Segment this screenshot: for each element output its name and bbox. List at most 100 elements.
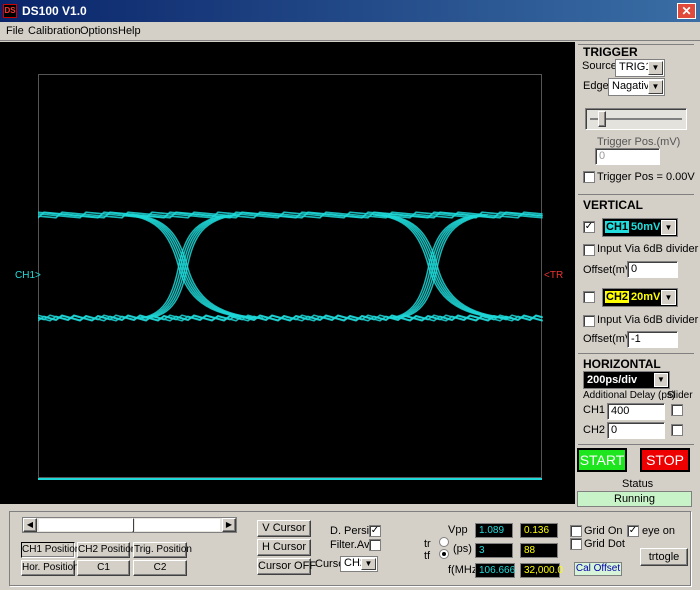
eye-diagram-trace	[38, 211, 543, 480]
filter-avg-checkbox[interactable]	[369, 539, 381, 551]
chevron-down-icon: ▼	[648, 80, 663, 94]
grid-dot-checkbox[interactable]	[570, 538, 582, 550]
edge-select[interactable]: Nagative ▼	[608, 78, 665, 96]
f-ch2-readout: 32,000.0	[520, 563, 563, 578]
ch1-scale-select[interactable]: CH1 50mV ▼	[602, 218, 678, 237]
eye-crossing-fall	[372, 214, 505, 319]
app-icon: DS	[3, 4, 17, 18]
cal-offset-button[interactable]: Cal Offset	[574, 562, 622, 576]
menu-options[interactable]: Options	[80, 25, 118, 37]
ch2-divider-checkbox[interactable]	[583, 315, 595, 327]
grid-on-label: Grid On	[584, 525, 623, 537]
t-ch1-readout: 3	[475, 543, 513, 558]
ch2-slider-checkbox[interactable]	[671, 424, 683, 436]
grid-on-checkbox[interactable]	[570, 525, 582, 537]
timebase-value: 200ps/div	[587, 374, 638, 386]
eye-on-checkbox[interactable]: ✓	[627, 525, 639, 537]
c1-button[interactable]: C1	[77, 560, 130, 576]
tf-radio[interactable]	[439, 549, 449, 559]
chevron-down-icon: ▼	[661, 290, 676, 305]
source-value: TRIG1	[619, 61, 652, 73]
eye-crossing-fall	[125, 214, 257, 319]
trigger-slider-thumb[interactable]	[598, 111, 607, 127]
v-cursor-button[interactable]: V Cursor	[257, 520, 311, 537]
cursor-select[interactable]: CH2 ▼	[340, 556, 378, 572]
trigger-heading: TRIGGER	[583, 45, 638, 59]
grid-dot-label: Grid Dot	[584, 538, 625, 550]
menu-file[interactable]: File	[6, 25, 24, 37]
ch1-marker: CH1>	[15, 270, 41, 281]
source-select[interactable]: TRIG1 ▼	[615, 59, 665, 77]
vertical-heading: VERTICAL	[583, 198, 643, 212]
horizontal-divider	[578, 353, 694, 354]
position-scrollbar[interactable]: ◀ ▶	[22, 517, 237, 533]
start-button[interactable]: START	[577, 448, 627, 472]
ch2-delay-label: CH2	[583, 424, 606, 436]
ch2-name: CH2	[605, 291, 630, 303]
trtogle-button[interactable]: trtogle	[640, 548, 688, 566]
vpp-label: Vpp	[448, 524, 468, 536]
eye-crossing-fall	[122, 214, 255, 319]
eye-crossing-rise	[144, 214, 236, 319]
slider-label: Slider	[667, 390, 693, 401]
trig-position-button[interactable]: Trig. Position	[133, 542, 192, 558]
eye-crossing-fall	[375, 214, 507, 319]
ch2-position-button[interactable]: CH2 Position	[77, 542, 136, 558]
cursor-off-button[interactable]: Cursor OFF	[257, 558, 316, 575]
trigger-slider[interactable]	[585, 108, 687, 130]
source-label: Source	[582, 60, 617, 72]
d-persist-checkbox[interactable]: ✓	[369, 525, 381, 537]
h-cursor-button[interactable]: H Cursor	[257, 539, 311, 556]
scroll-left-icon[interactable]: ◀	[23, 518, 37, 532]
ch1-position-button[interactable]: CH1 Position	[21, 542, 80, 558]
eye-crossing-rise	[394, 214, 486, 319]
trigger-pos-zero-checkbox[interactable]	[583, 171, 595, 183]
ch1-offset-input[interactable]: 0	[627, 261, 678, 278]
stop-button[interactable]: STOP	[640, 448, 690, 472]
chevron-down-icon: ▼	[654, 373, 668, 387]
tf-radio-dot	[442, 552, 446, 556]
ch1-divider-checkbox[interactable]	[583, 244, 595, 256]
ch1-divider-label: Input Via 6dB divider	[597, 243, 699, 255]
menu-calibration[interactable]: Calibration	[28, 25, 81, 37]
trigger-pos-input[interactable]: 0	[595, 148, 660, 165]
trigger-marker: <TR	[544, 270, 564, 281]
horizontal-heading: HORIZONTAL	[583, 357, 661, 371]
f-ch1-readout: 106.666	[475, 563, 515, 578]
hor-position-button[interactable]: Hor. Position	[21, 560, 79, 576]
timebase-select[interactable]: 200ps/div ▼	[583, 371, 670, 389]
ch2-scale-select[interactable]: CH2 20mV ▼	[602, 288, 678, 307]
close-button[interactable]: ✕	[677, 3, 696, 19]
tr-label: tr	[424, 538, 431, 550]
window-title: DS100 V1.0	[22, 4, 87, 18]
scroll-thumb[interactable]	[132, 518, 134, 532]
t-ch2-readout: 88	[520, 543, 558, 558]
chevron-down-icon: ▼	[661, 220, 676, 235]
eye-on-label: eye on	[642, 525, 676, 537]
ch2-enable-checkbox[interactable]	[583, 291, 595, 303]
title-bar: DS DS100 V1.0 ✕	[0, 0, 700, 22]
trigger-pos-label: Trigger Pos.(mV)	[597, 136, 681, 148]
ch1-delay-label: CH1	[583, 404, 606, 416]
scroll-right-icon[interactable]: ▶	[222, 518, 236, 532]
ch1-slider-checkbox[interactable]	[671, 404, 683, 416]
status-label: Status	[622, 478, 654, 490]
scroll-track-right	[135, 519, 220, 531]
menu-help[interactable]: Help	[118, 25, 141, 37]
c2-button[interactable]: C2	[133, 560, 187, 576]
ch2-delay-input[interactable]: 0	[607, 422, 665, 439]
ch1-enable-checkbox[interactable]: ✓	[583, 221, 595, 233]
edge-label: Edge	[583, 80, 609, 92]
trigger-pos-zero-label: Trigger Pos = 0.00V	[597, 171, 695, 183]
ch1-delay-input[interactable]: 400	[607, 403, 665, 420]
tr-radio[interactable]	[439, 537, 449, 547]
ch2-offset-input[interactable]: -1	[627, 331, 678, 348]
scroll-track-left	[39, 519, 132, 531]
vpp-ch2-readout: 0.136	[520, 523, 558, 538]
vpp-ch1-readout: 1.089	[475, 523, 513, 538]
delay-label: Additional Delay (ps)	[583, 390, 676, 401]
menu-bar: File Calibration Options Help	[0, 22, 700, 40]
ch1-scale-value: 50mV	[631, 221, 661, 233]
status-value: Running	[577, 491, 692, 507]
menu-divider	[0, 40, 700, 41]
